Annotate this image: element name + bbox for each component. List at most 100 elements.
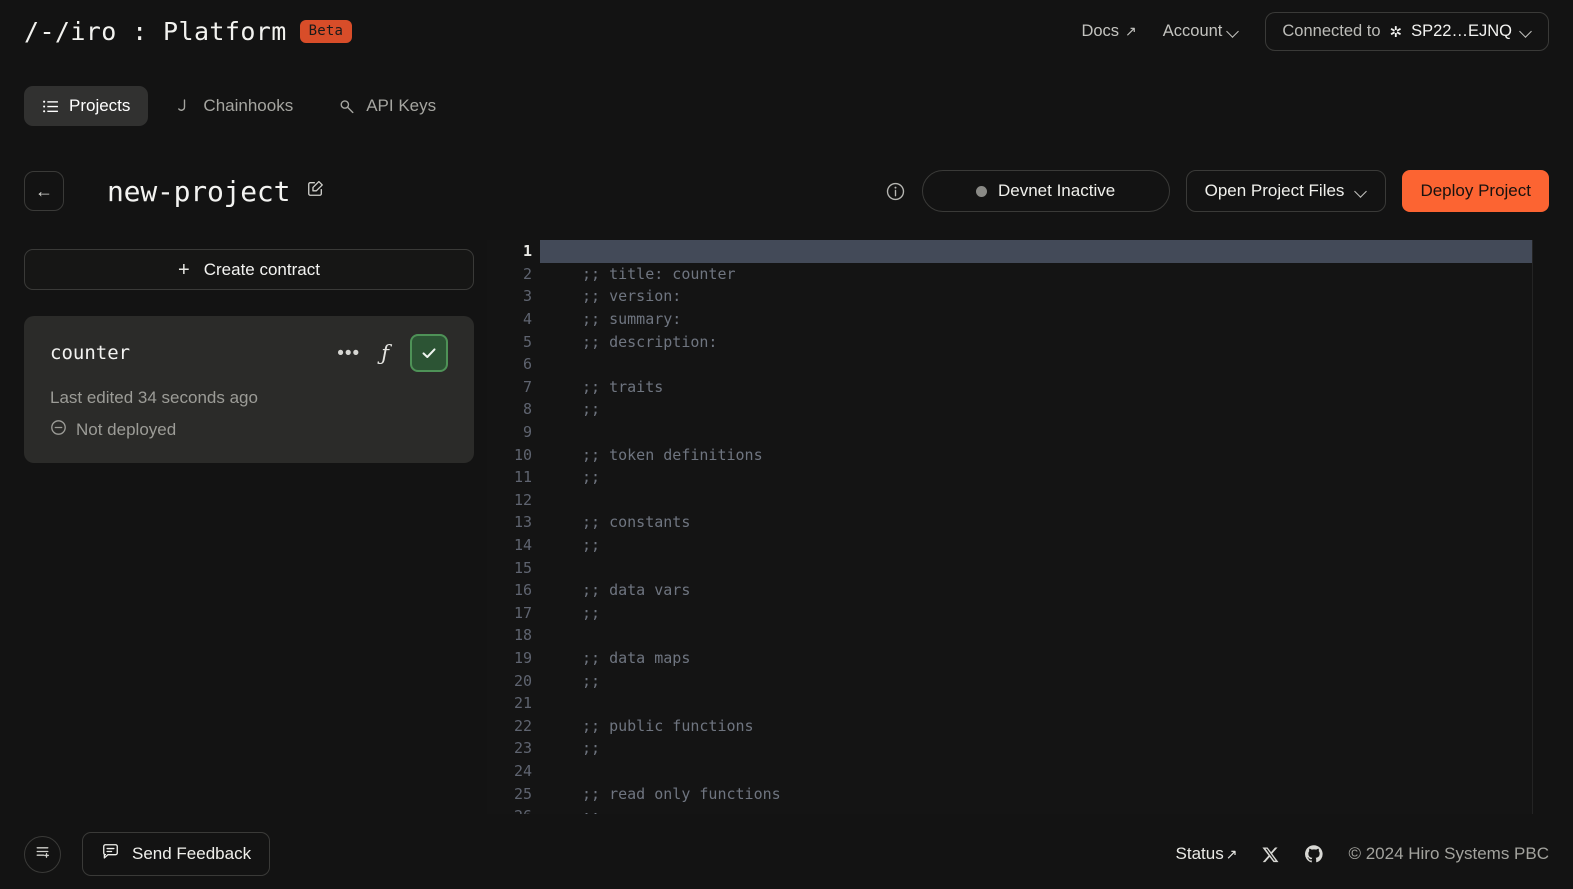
code-line[interactable]: 11;; <box>487 466 1533 489</box>
contract-card[interactable]: counter ••• ƒ Last edited 34 seconds ago <box>24 316 474 463</box>
code-line[interactable]: 16 ;; data vars <box>487 579 1533 602</box>
line-content: ;; <box>582 536 601 555</box>
line-number: 15 <box>513 558 532 577</box>
send-feedback-button[interactable]: Send Feedback <box>82 832 271 876</box>
arrow-up-right-icon: ↗ <box>1225 845 1238 862</box>
line-number: 26 <box>487 807 540 814</box>
code-line[interactable]: 6 <box>487 353 1533 376</box>
code-line[interactable]: 14;; <box>487 534 1533 557</box>
footer-menu-button[interactable] <box>24 835 61 873</box>
code-line[interactable]: 9 <box>487 421 1533 444</box>
create-contract-button[interactable]: + Create contract <box>24 249 474 290</box>
connected-wallet-button[interactable]: Connected to ✲ SP22…EJNQ <box>1265 12 1549 51</box>
line-number: 16 <box>513 581 532 600</box>
brand-text: /-/iro : Platform <box>24 17 287 46</box>
open-project-files-button[interactable]: Open Project Files <box>1185 170 1387 212</box>
contract-select-checkbox[interactable] <box>410 334 448 372</box>
code-line[interactable]: 3 ;; version: <box>487 285 1533 308</box>
line-content: ;; <box>582 671 601 690</box>
line-number: 12 <box>513 490 532 509</box>
line-number: 24 <box>513 761 532 780</box>
code-line[interactable]: 7 ;; traits <box>487 376 1533 399</box>
line-content <box>540 762 1533 780</box>
code-line[interactable]: 17;; <box>487 602 1533 625</box>
line-content: ;; version: <box>582 287 682 306</box>
code-line[interactable]: 25 ;; read only functions <box>487 782 1533 805</box>
code-editor[interactable]: 1 2 ;; title: counter 3 ;; version: 4 ;; summ… <box>487 240 1533 814</box>
line-number: 8 <box>522 400 532 419</box>
status-indicator-dot <box>976 185 987 197</box>
tab-projects[interactable]: Projects <box>24 86 149 126</box>
code-line[interactable]: 1 <box>487 240 1533 263</box>
tab-chainhooks-label: Chainhooks <box>203 96 294 115</box>
main-nav-tabs: Projects Chainhooks API Keys <box>24 86 454 126</box>
line-number: 10 <box>513 445 532 464</box>
github-icon[interactable] <box>1304 844 1324 864</box>
line-content <box>540 355 1533 373</box>
connected-address: SP22…EJNQ <box>1411 22 1512 40</box>
line-number: 9 <box>522 423 532 442</box>
back-button[interactable]: ← <box>24 171 64 211</box>
code-line[interactable]: 8;; <box>487 398 1533 421</box>
code-line[interactable]: 5 ;; description: <box>487 330 1533 353</box>
code-line[interactable]: 15 <box>487 556 1533 579</box>
contract-card-actions: ••• ƒ <box>337 334 448 372</box>
line-content <box>540 559 1533 577</box>
tab-api-keys-label: API Keys <box>366 96 437 115</box>
line-number: 13 <box>513 513 532 532</box>
editor-scrollbar[interactable] <box>1532 240 1533 814</box>
devnet-status-badge[interactable]: Devnet Inactive <box>921 170 1170 212</box>
ellipsis-icon[interactable]: ••• <box>337 344 360 363</box>
code-line[interactable]: 23;; <box>487 737 1533 760</box>
tab-api-keys[interactable]: API Keys <box>321 86 454 126</box>
account-label: Account <box>1162 22 1223 40</box>
tab-projects-label: Projects <box>69 96 131 115</box>
code-line[interactable]: 4 ;; summary: <box>487 308 1533 331</box>
status-link[interactable]: Status ↗ <box>1176 844 1238 864</box>
info-circle-icon[interactable] <box>885 181 906 202</box>
beta-badge: Beta <box>299 20 353 43</box>
code-line[interactable]: 18 <box>487 624 1533 647</box>
line-content: ;; <box>582 400 601 419</box>
code-line[interactable]: 10 ;; token definitions <box>487 443 1533 466</box>
function-icon[interactable]: ƒ <box>381 342 389 364</box>
code-line[interactable]: 20;; <box>487 669 1533 692</box>
line-content <box>540 694 1533 712</box>
line-content: ;; <box>582 603 601 622</box>
line-number: 14 <box>513 536 532 555</box>
line-number: 4 <box>522 310 532 329</box>
tab-chainhooks[interactable]: Chainhooks <box>158 86 311 126</box>
key-icon <box>339 98 356 115</box>
pencil-square-icon[interactable] <box>306 179 325 203</box>
account-menu[interactable]: Account <box>1163 22 1240 41</box>
code-line[interactable]: 21 <box>487 692 1533 715</box>
line-number: 1 <box>522 242 532 261</box>
create-contract-label: Create contract <box>203 259 320 279</box>
line-number: 6 <box>522 355 532 374</box>
code-line[interactable]: 24 <box>487 760 1533 783</box>
top-bar: /-/iro : Platform Beta Docs ↗ Account Co… <box>0 0 1573 63</box>
code-line[interactable]: 19 ;; data maps <box>487 647 1533 670</box>
deploy-project-button[interactable]: Deploy Project <box>1402 170 1549 212</box>
project-header: ← new-project Devnet Inactive Open Proje… <box>24 168 1549 214</box>
code-line[interactable]: 12 <box>487 489 1533 512</box>
line-content: ;; read only functions <box>582 784 781 803</box>
x-twitter-icon[interactable] <box>1261 845 1280 864</box>
line-content <box>540 423 1533 441</box>
brand-logo[interactable]: /-/iro : Platform Beta <box>24 17 353 46</box>
code-line[interactable]: 22 ;; public functions <box>487 714 1533 737</box>
contract-card-header: counter ••• ƒ <box>50 334 448 372</box>
line-content <box>540 491 1533 509</box>
line-number: 21 <box>513 694 532 713</box>
line-number: 18 <box>513 626 532 645</box>
footer-bar: Send Feedback Status ↗ © 2024 Hiro Syste… <box>0 819 1573 889</box>
code-line[interactable]: 26;; <box>487 805 1533 814</box>
code-line[interactable]: 2 ;; title: counter <box>487 263 1533 286</box>
docs-link[interactable]: Docs ↗ <box>1081 22 1136 41</box>
minus-circle-icon <box>50 419 67 441</box>
line-number: 2 <box>522 264 532 283</box>
code-line[interactable]: 13 ;; constants <box>487 511 1533 534</box>
line-number: 25 <box>513 784 532 803</box>
line-number: 3 <box>522 287 532 306</box>
chevron-down-icon <box>1521 26 1532 37</box>
